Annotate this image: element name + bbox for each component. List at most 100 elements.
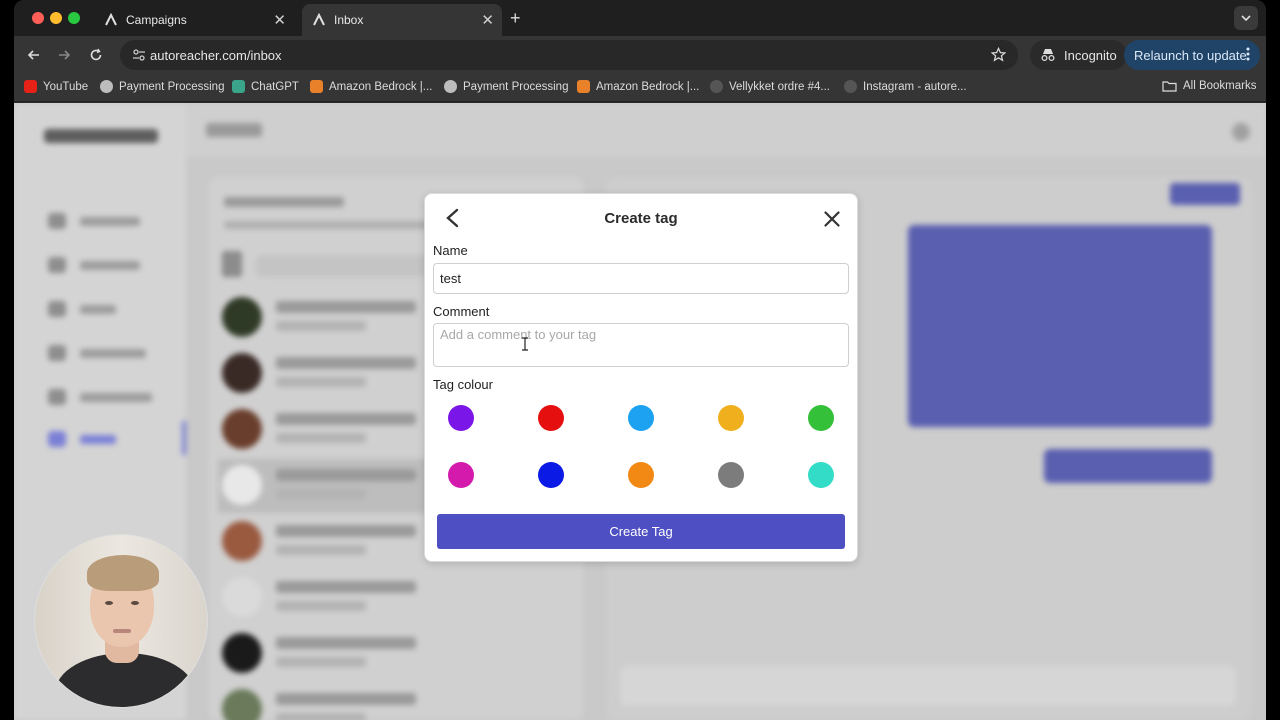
url-text: autoreacher.com/inbox	[150, 47, 282, 63]
all-bookmarks-label: All Bookmarks	[1183, 80, 1257, 92]
close-tab-icon[interactable]: ✕	[273, 11, 286, 29]
back-arrow-icon[interactable]	[24, 45, 44, 65]
list-item[interactable]	[218, 627, 574, 681]
sidebar-item-placeholder	[80, 392, 152, 402]
name-label: Name	[433, 243, 468, 258]
webcam-overlay	[34, 534, 208, 708]
forward-arrow-icon[interactable]	[54, 45, 74, 65]
sidebar-item-accounts[interactable]	[48, 255, 140, 275]
colour-swatch-blue[interactable]	[538, 462, 564, 488]
create-tag-modal: Create tag Name Comment Tag colour	[424, 193, 858, 562]
tag-name-input[interactable]	[433, 263, 849, 294]
bookmark-label: Payment Processing	[463, 80, 569, 93]
incognito-indicator[interactable]: Incognito	[1030, 40, 1127, 70]
add-tag-button[interactable]	[1170, 183, 1240, 205]
more-vertical-icon[interactable]	[1246, 47, 1250, 64]
bookmarks-bar: YouTube Payment Processing ChatGPT Amazo…	[14, 74, 1266, 102]
modal-title: Create tag	[604, 210, 678, 227]
sidebar-item-templates[interactable]	[48, 343, 146, 363]
tab-inbox[interactable]: Inbox ✕	[302, 4, 502, 36]
account-selector-placeholder[interactable]	[224, 197, 344, 207]
youtube-icon	[24, 80, 37, 93]
new-tab-icon[interactable]: +	[510, 8, 521, 29]
colour-swatches	[425, 400, 859, 490]
bookmark-label: ChatGPT	[251, 80, 299, 93]
site-settings-icon[interactable]	[132, 48, 146, 67]
active-indicator	[182, 421, 186, 455]
create-tag-button[interactable]: Create Tag	[437, 514, 845, 549]
aws-icon	[577, 80, 590, 93]
sidebar-item-campaigns[interactable]	[48, 387, 152, 407]
bookmark-payment-processing-2[interactable]: Payment Processing	[444, 80, 568, 93]
sidebar-item-inbox[interactable]	[48, 429, 116, 449]
colour-swatch-turquoise[interactable]	[808, 462, 834, 488]
bookmark-label: Instagram - autore...	[863, 80, 967, 93]
sidebar-item-placeholder	[80, 260, 140, 270]
tab-search-chevron-icon[interactable]	[1234, 6, 1258, 30]
app-logo	[44, 125, 158, 152]
accounts-icon	[48, 257, 66, 273]
bookmark-amazon-bedrock-2[interactable]: Amazon Bedrock |...	[577, 80, 699, 93]
text-cursor-icon	[522, 337, 528, 351]
sidebar-item-overview[interactable]	[48, 211, 140, 231]
globe-icon	[444, 80, 457, 93]
list-item[interactable]	[218, 571, 574, 625]
tab-label: Inbox	[334, 13, 364, 27]
bookmark-label: Amazon Bedrock |...	[596, 80, 700, 93]
message-bubble	[1044, 449, 1212, 483]
chatgpt-icon	[232, 80, 245, 93]
tag-comment-input[interactable]	[433, 323, 849, 367]
tag-colour-label: Tag colour	[433, 377, 493, 392]
close-window-icon[interactable]	[32, 12, 44, 24]
close-tab-icon[interactable]: ✕	[481, 11, 494, 29]
colour-swatch-green[interactable]	[808, 405, 834, 431]
globe-icon	[100, 80, 113, 93]
bookmark-label: Vellykket ordre #4...	[729, 80, 830, 93]
bookmark-label: Amazon Bedrock |...	[329, 80, 433, 93]
minimize-window-icon[interactable]	[50, 12, 62, 24]
bookmark-vellykket-ordre[interactable]: Vellykket ordre #4...	[710, 80, 830, 93]
autoreacher-favicon-icon	[104, 13, 118, 27]
message-input[interactable]	[620, 666, 1236, 706]
aws-icon	[310, 80, 323, 93]
campaigns-icon	[48, 389, 66, 405]
colour-swatch-purple[interactable]	[448, 405, 474, 431]
tab-label: Campaigns	[126, 13, 187, 27]
bookmark-star-icon[interactable]	[990, 46, 1007, 67]
colour-swatch-gray[interactable]	[718, 462, 744, 488]
list-item[interactable]	[218, 683, 574, 720]
bookmark-amazon-bedrock[interactable]: Amazon Bedrock |...	[310, 80, 432, 93]
colour-swatch-magenta[interactable]	[448, 462, 474, 488]
address-bar[interactable]: autoreacher.com/inbox	[120, 40, 1018, 70]
bookmark-instagram[interactable]: Instagram - autore...	[844, 80, 967, 93]
relaunch-to-update-button[interactable]: Relaunch to update	[1124, 40, 1260, 70]
close-icon[interactable]	[821, 208, 843, 230]
incognito-label: Incognito	[1064, 47, 1117, 63]
gear-icon[interactable]	[1232, 123, 1250, 141]
templates-icon	[48, 345, 66, 361]
sidebar-item-placeholder	[80, 434, 116, 444]
leads-icon	[48, 301, 66, 317]
message-bubble	[908, 225, 1212, 427]
colour-swatch-red[interactable]	[538, 405, 564, 431]
folder-icon	[1162, 80, 1177, 92]
tab-campaigns[interactable]: Campaigns ✕	[94, 4, 294, 36]
bookmark-youtube[interactable]: YouTube	[24, 80, 88, 93]
browser-toolbar: autoreacher.com/inbox Incognito Relaunch…	[14, 36, 1266, 74]
filter-icon[interactable]	[222, 251, 242, 277]
bookmark-label: Payment Processing	[119, 80, 225, 93]
colour-swatch-yellow[interactable]	[718, 405, 744, 431]
bookmark-chatgpt[interactable]: ChatGPT	[232, 80, 299, 93]
person-icon	[710, 80, 723, 93]
sidebar-item-placeholder	[80, 216, 140, 226]
colour-swatch-orange[interactable]	[628, 462, 654, 488]
relaunch-label: Relaunch to update	[1134, 47, 1247, 63]
inbox-icon	[48, 431, 66, 447]
reload-icon[interactable]	[86, 45, 106, 65]
maximize-window-icon[interactable]	[68, 12, 80, 24]
sidebar-item-leads[interactable]	[48, 299, 116, 319]
app-header	[186, 103, 1266, 157]
bookmark-payment-processing[interactable]: Payment Processing	[100, 80, 224, 93]
all-bookmarks[interactable]: All Bookmarks	[1162, 80, 1257, 92]
colour-swatch-light-blue[interactable]	[628, 405, 654, 431]
